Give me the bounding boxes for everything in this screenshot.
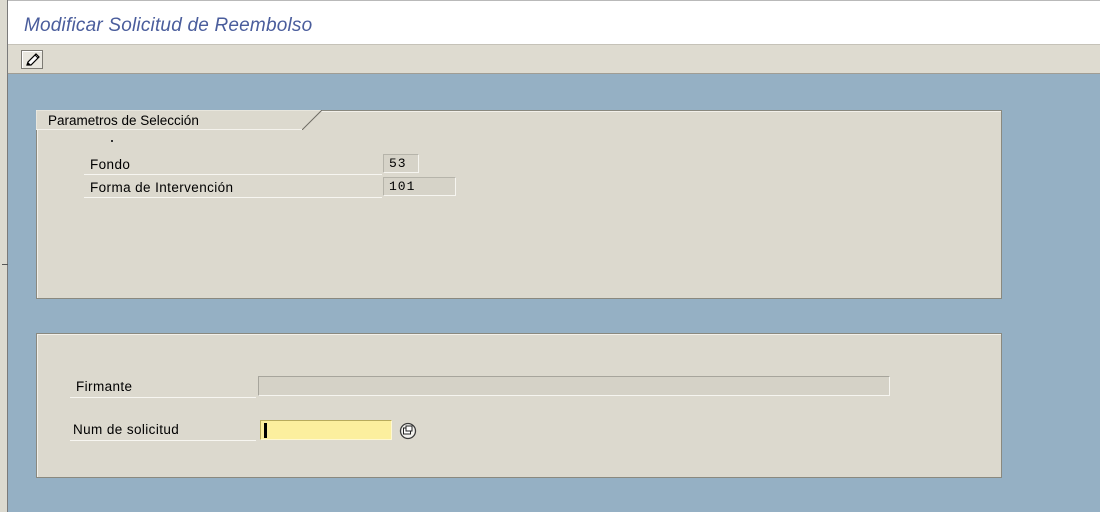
num-solicitud-label-underline bbox=[70, 440, 256, 441]
pencil-icon bbox=[26, 53, 40, 66]
text-cursor bbox=[264, 423, 267, 438]
fondo-label: Fondo bbox=[90, 157, 131, 172]
forma-intervencion-label-underline bbox=[84, 197, 382, 198]
fondo-label-underline bbox=[84, 174, 382, 175]
window-left-border bbox=[7, 0, 8, 512]
selection-parameters-panel bbox=[36, 110, 1002, 299]
application-toolbar bbox=[8, 44, 1100, 74]
value-help-button[interactable] bbox=[394, 420, 424, 440]
firmante-field bbox=[258, 376, 890, 396]
forma-intervencion-field: 101 bbox=[383, 177, 456, 196]
num-solicitud-label: Num de solicitud bbox=[73, 422, 180, 437]
num-solicitud-input[interactable] bbox=[260, 420, 392, 440]
selection-parameters-tab: Parametros de Selección bbox=[36, 110, 322, 130]
window-edge-tick bbox=[2, 264, 8, 265]
fondo-field: 53 bbox=[383, 154, 419, 173]
page-title: Modificar Solicitud de Reembolso bbox=[24, 15, 313, 36]
firmante-label: Firmante bbox=[76, 379, 133, 394]
forma-intervencion-label: Forma de Intervención bbox=[90, 180, 234, 195]
request-panel bbox=[36, 333, 1002, 478]
firmante-label-underline bbox=[70, 397, 256, 398]
separator-dot bbox=[111, 140, 113, 142]
edit-button[interactable] bbox=[21, 50, 43, 69]
selection-parameters-title: Parametros de Selección bbox=[48, 113, 199, 128]
value-help-icon bbox=[399, 422, 417, 440]
title-bar: Modificar Solicitud de Reembolso bbox=[8, 0, 1100, 44]
